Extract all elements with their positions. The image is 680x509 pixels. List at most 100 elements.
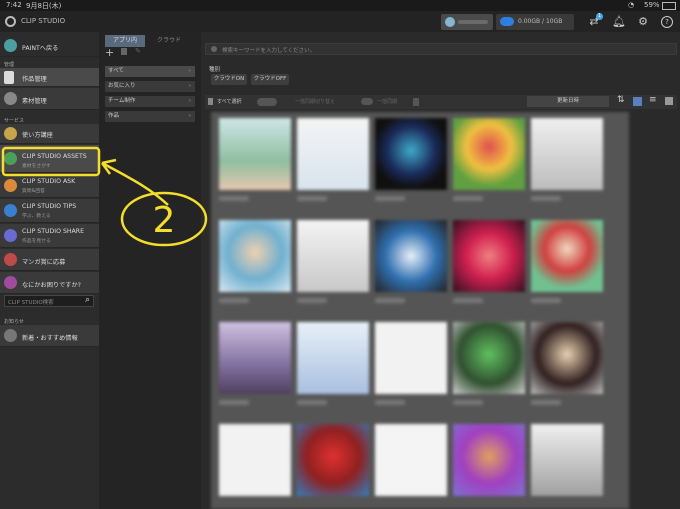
sync-toggle[interactable]	[257, 98, 277, 106]
section-manage: 管理	[4, 62, 15, 68]
sidebar-item-tips[interactable]: CLIP STUDIO TIPS 学ぶ、教える	[0, 199, 99, 223]
section-news: お知らせ	[4, 319, 24, 325]
cloud-on-button[interactable]: クラウドON	[211, 74, 247, 85]
thumbnail[interactable]	[297, 118, 369, 190]
detail-view-icon[interactable]	[665, 97, 673, 105]
sidebar-item-manga-award[interactable]: マンガ賞に応募	[0, 249, 99, 271]
thumbnail[interactable]	[375, 322, 447, 394]
heart-icon	[4, 276, 17, 289]
battery-icon	[662, 2, 676, 10]
thumbnail[interactable]	[531, 322, 603, 394]
status-time: 7:42	[6, 1, 22, 9]
thumbnail[interactable]	[453, 424, 525, 496]
grid-view-icon[interactable]	[633, 97, 642, 106]
bulk-sync-toggle-button[interactable]: 一括同期切り替え	[295, 97, 335, 107]
filter-label: お気に入り	[108, 83, 136, 89]
search-icon	[211, 46, 217, 52]
trash-icon[interactable]	[121, 48, 127, 55]
award-icon	[4, 253, 17, 266]
filter-all[interactable]: すべて ›	[105, 66, 195, 77]
avatar	[445, 17, 455, 27]
account-button[interactable]	[441, 14, 493, 30]
thumbnail[interactable]	[531, 220, 603, 292]
collapse-icon[interactable]	[208, 98, 213, 105]
thumbnail[interactable]	[453, 118, 525, 190]
thumbnail[interactable]	[219, 118, 291, 190]
sidebar-item-label: CLIP STUDIO TIPS	[22, 203, 77, 210]
list-view-icon[interactable]: ≡	[649, 95, 657, 105]
thumbnail[interactable]	[219, 424, 291, 496]
filter-label: すべて	[108, 68, 124, 74]
clip-search-input[interactable]: CLIP STUDIO検索 ⌕	[4, 295, 94, 307]
cloud-storage-indicator[interactable]: 0.00GB / 10GB	[496, 14, 574, 30]
paint-back-button[interactable]: PAINTへ戻る	[0, 35, 99, 57]
gear-icon[interactable]: ⚙	[637, 16, 649, 28]
sidebar-item-materials[interactable]: 素材管理	[0, 88, 99, 110]
add-icon[interactable]: +	[105, 46, 114, 59]
status-battery: 59%	[644, 1, 660, 9]
thumbnail-caption	[219, 298, 249, 303]
keyword-search-input[interactable]: 検索キーワードを入力してください。	[205, 43, 677, 55]
thumbnail-caption	[531, 196, 561, 201]
sidebar-item-sub: 素材をさがす	[22, 164, 51, 169]
section-service: サービス	[4, 118, 25, 124]
edit-icon[interactable]: ✎	[135, 47, 141, 55]
thumbnail[interactable]	[531, 424, 603, 496]
document-icon	[4, 71, 14, 84]
cloud-sync-icon[interactable]	[361, 98, 373, 105]
thumbnail[interactable]	[297, 322, 369, 394]
bell-icon[interactable]: 🔔︎	[612, 16, 626, 28]
cloud-off-button[interactable]: クラウドOFF	[251, 74, 289, 85]
share-icon	[4, 229, 17, 242]
filter-works[interactable]: 作品 ›	[105, 111, 195, 122]
sidebar-item-news[interactable]: 新着・おすすめ情報	[0, 325, 99, 347]
bulk-sync-button[interactable]: 一括同期	[377, 97, 397, 107]
clip-studio-logo-icon	[5, 16, 16, 27]
ask-icon	[4, 179, 17, 192]
select-all-button[interactable]: すべて選択	[217, 97, 241, 107]
thumbnail-caption	[375, 196, 405, 201]
filter-column: アプリ内 クラウド + ✎ すべて › お気に入り › チーム制作 › 作品 ›	[99, 32, 201, 509]
filter-team[interactable]: チーム制作 ›	[105, 96, 195, 107]
thumbnail[interactable]	[375, 220, 447, 292]
sidebar-item-assets[interactable]: CLIP STUDIO ASSETS 素材をさがす	[0, 145, 99, 173]
search-icon[interactable]: ⌕	[85, 295, 90, 305]
sidebar-item-label: マンガ賞に応募	[22, 259, 66, 266]
grid-toolbar: すべて選択 一括同期切り替え 一括同期 更新日時 ⇅ ≡	[205, 95, 677, 109]
search-placeholder: CLIP STUDIO検索	[8, 300, 54, 306]
thumbnail-caption	[219, 400, 249, 405]
sort-select[interactable]: 更新日時	[527, 96, 609, 107]
help-icon[interactable]: ?	[661, 16, 673, 28]
sidebar-item-works[interactable]: 作品管理	[0, 68, 99, 87]
tab-cloud[interactable]: クラウド	[149, 35, 189, 47]
chevron-right-icon: ›	[188, 83, 191, 89]
main-panel: 検索キーワードを入力してください。 種別 クラウドON クラウドOFF すべて選…	[201, 32, 680, 509]
thumbnail[interactable]	[453, 322, 525, 394]
thumbnail-caption	[297, 400, 327, 405]
sidebar-item-share[interactable]: CLIP STUDIO SHARE 作品を見せる	[0, 224, 99, 248]
thumbnail[interactable]	[219, 220, 291, 292]
sidebar-item-help[interactable]: なにかお困りですか?	[0, 272, 99, 294]
thumbnail[interactable]	[375, 424, 447, 496]
sidebar-item-label: 作品管理	[22, 76, 47, 83]
thumbnail[interactable]	[297, 220, 369, 292]
wifi-icon: ◔	[628, 1, 635, 9]
thumbnail[interactable]	[375, 118, 447, 190]
status-bar: 7:42 9月8日(木) ◔ 59%	[0, 0, 680, 11]
thumbnail-caption	[297, 298, 327, 303]
delete-icon[interactable]	[413, 98, 419, 106]
materials-icon	[4, 92, 17, 105]
sort-order-icon[interactable]: ⇅	[617, 95, 625, 105]
thumbnail[interactable]	[297, 424, 369, 496]
chevron-right-icon: ›	[188, 98, 191, 104]
thumbnail[interactable]	[453, 220, 525, 292]
sidebar-item-ask[interactable]: CLIP STUDIO ASK 質問&回答	[0, 174, 99, 198]
sidebar: PAINTへ戻る 管理 作品管理 素材管理 サービス 使い方講座 CLIP ST…	[0, 32, 99, 509]
sidebar-item-tutorials[interactable]: 使い方講座	[0, 124, 99, 144]
thumbnail-caption	[531, 400, 561, 405]
sidebar-item-sub: 学ぶ、教える	[22, 214, 51, 219]
filter-favorites[interactable]: お気に入り ›	[105, 81, 195, 92]
thumbnail[interactable]	[219, 322, 291, 394]
thumbnail[interactable]	[531, 118, 603, 190]
paint-icon	[4, 39, 17, 52]
